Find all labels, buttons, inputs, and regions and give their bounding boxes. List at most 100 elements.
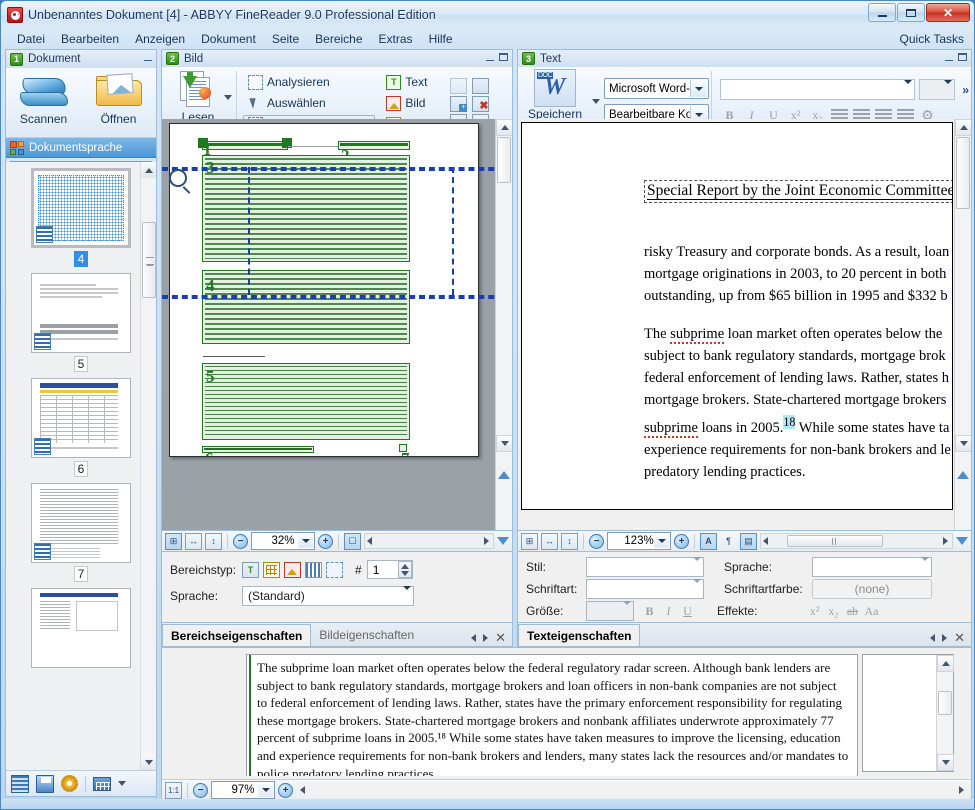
- collapse-icon[interactable]: [486, 60, 494, 61]
- chevron-down-icon[interactable]: [921, 561, 929, 575]
- fit-width-icon[interactable]: ↔: [541, 533, 558, 550]
- close-icon[interactable]: ✕: [495, 630, 506, 646]
- next-page-button[interactable]: [498, 457, 510, 471]
- table-area-icon[interactable]: [263, 562, 280, 578]
- font-family-select[interactable]: [720, 79, 915, 100]
- fit-width-icon[interactable]: ↔: [185, 533, 202, 550]
- list-item[interactable]: 7: [15, 483, 147, 582]
- collapse-icon[interactable]: [144, 60, 152, 61]
- recognized-paragraph-1[interactable]: risky Treasury and corporate bonds. As a…: [644, 241, 949, 307]
- list-item[interactable]: 4: [15, 168, 147, 267]
- menu-item-dokument[interactable]: Dokument: [193, 30, 264, 48]
- tab-texteigenschaften[interactable]: Texteigenschaften: [518, 624, 640, 646]
- scrollbar-thumb[interactable]: [938, 691, 952, 715]
- dropdown-caret-icon[interactable]: [118, 781, 126, 786]
- chevron-down-icon[interactable]: [904, 84, 912, 98]
- thumbnail-page-4[interactable]: [31, 168, 131, 248]
- pages-icon[interactable]: [11, 775, 29, 793]
- text-language-select[interactable]: [812, 557, 932, 577]
- zoom-in-icon[interactable]: +: [318, 534, 333, 549]
- font-select[interactable]: [586, 579, 704, 599]
- scrollbar-thumb[interactable]: [142, 222, 156, 298]
- maximize-panel-icon[interactable]: [499, 53, 508, 61]
- close-button[interactable]: ✕: [926, 3, 970, 22]
- picture-area-icon[interactable]: [284, 562, 301, 578]
- style-select[interactable]: [586, 557, 704, 577]
- fit-height-icon[interactable]: ↕: [561, 533, 578, 550]
- menu-item-datei[interactable]: Datei: [9, 30, 53, 48]
- menu-item-seite[interactable]: Seite: [264, 30, 307, 48]
- open-button[interactable]: Öffnen: [86, 72, 152, 126]
- scroll-up-button[interactable]: [955, 119, 972, 136]
- close-icon[interactable]: ✕: [954, 630, 965, 646]
- read-dropdown-caret-icon[interactable]: [224, 95, 232, 100]
- scroll-right-button[interactable]: [484, 537, 489, 545]
- recognized-heading[interactable]: Special Report by the Joint Economic Com…: [644, 180, 953, 203]
- menu-item-bereiche[interactable]: Bereiche: [307, 30, 370, 48]
- thumbnail-page-7[interactable]: [31, 483, 131, 563]
- font-attributes-icon[interactable]: A: [700, 533, 717, 550]
- collapse-icon[interactable]: [945, 60, 953, 61]
- zone-group-icon[interactable]: [450, 78, 467, 94]
- scrollbar-thumb[interactable]: [497, 137, 511, 183]
- text-viewer[interactable]: Special Report by the Joint Economic Com…: [517, 119, 972, 531]
- stepper-buttons[interactable]: [398, 561, 412, 578]
- quick-tasks-button[interactable]: Quick Tasks: [900, 32, 964, 46]
- save-icon[interactable]: [36, 775, 54, 793]
- save-dropdown-caret-icon[interactable]: [592, 99, 600, 104]
- zoom-text-content[interactable]: The subprime loan market often operates …: [257, 659, 849, 776]
- toolbar-overflow-button[interactable]: »: [962, 83, 969, 97]
- text-area-icon[interactable]: T: [242, 562, 259, 578]
- select-button[interactable]: Auswählen: [243, 94, 331, 113]
- actual-size-icon[interactable]: 1:1: [165, 782, 182, 799]
- thumbnails-scrollbar[interactable]: [140, 162, 156, 770]
- zone-5[interactable]: [202, 363, 410, 440]
- fit-page-icon[interactable]: ⊞: [521, 533, 538, 550]
- footnote-marker-18[interactable]: 18: [783, 415, 795, 429]
- zoom-in-icon[interactable]: +: [674, 534, 689, 549]
- image-vertical-scrollbar[interactable]: [495, 119, 512, 530]
- chevron-down-icon[interactable]: [623, 605, 631, 619]
- tab-bereichseigenschaften[interactable]: Bereichseigenschaften: [162, 624, 311, 646]
- scroll-down-button[interactable]: [937, 754, 954, 771]
- delete-zone-icon[interactable]: ✖: [472, 96, 489, 112]
- fit-height-icon[interactable]: ↕: [205, 533, 222, 550]
- paragraph-mark-icon[interactable]: ¶: [720, 533, 737, 550]
- scanned-page-canvas[interactable]: 1 2 3 4: [169, 123, 479, 457]
- list-item[interactable]: 6: [15, 378, 147, 477]
- add-zone-icon[interactable]: +: [450, 96, 467, 112]
- font-size-select[interactable]: [919, 79, 955, 100]
- text-horizontal-scrollbar[interactable]: [760, 533, 953, 549]
- chevron-down-icon[interactable]: [403, 590, 411, 604]
- scroll-up-button[interactable]: [141, 162, 156, 178]
- chevron-down-icon[interactable]: [693, 561, 701, 575]
- barcode-area-icon[interactable]: [305, 562, 322, 578]
- zoom-out-icon[interactable]: −: [589, 534, 604, 549]
- chevron-down-icon[interactable]: [693, 583, 701, 597]
- text-zone-button[interactable]: T Text: [381, 73, 432, 92]
- fit-page-icon[interactable]: ⊞: [165, 533, 182, 550]
- scroll-down-button[interactable]: [496, 435, 513, 452]
- zoom-in-icon[interactable]: +: [278, 783, 293, 798]
- thumbnail-page-5[interactable]: [31, 273, 131, 353]
- scroll-up-button[interactable]: [496, 119, 513, 136]
- zone-3[interactable]: [202, 155, 410, 262]
- area-language-select[interactable]: (Standard): [242, 586, 414, 606]
- zone-6[interactable]: [202, 446, 314, 453]
- size-select[interactable]: [586, 601, 634, 621]
- scroll-left-button[interactable]: [367, 537, 372, 545]
- zoom-text-vertical-scrollbar[interactable]: [936, 655, 953, 771]
- image-zone-button[interactable]: Bild: [381, 94, 430, 113]
- italic-button[interactable]: I: [659, 602, 678, 620]
- chevron-down-icon[interactable]: [654, 534, 669, 548]
- bold-button[interactable]: B: [640, 602, 659, 620]
- next-page-button[interactable]: [957, 457, 969, 471]
- menu-item-hilfe[interactable]: Hilfe: [421, 30, 461, 48]
- scrollbar-thumb[interactable]: [956, 137, 970, 209]
- scroll-down-button[interactable]: [141, 754, 156, 770]
- zoom-out-icon[interactable]: −: [193, 783, 208, 798]
- strikethrough-effect-button[interactable]: ab: [843, 602, 862, 620]
- chevron-down-icon[interactable]: [690, 80, 707, 97]
- page-thumbnails-list[interactable]: 4 5: [6, 162, 156, 770]
- zoom-text-zoom-select[interactable]: 97%: [211, 781, 275, 799]
